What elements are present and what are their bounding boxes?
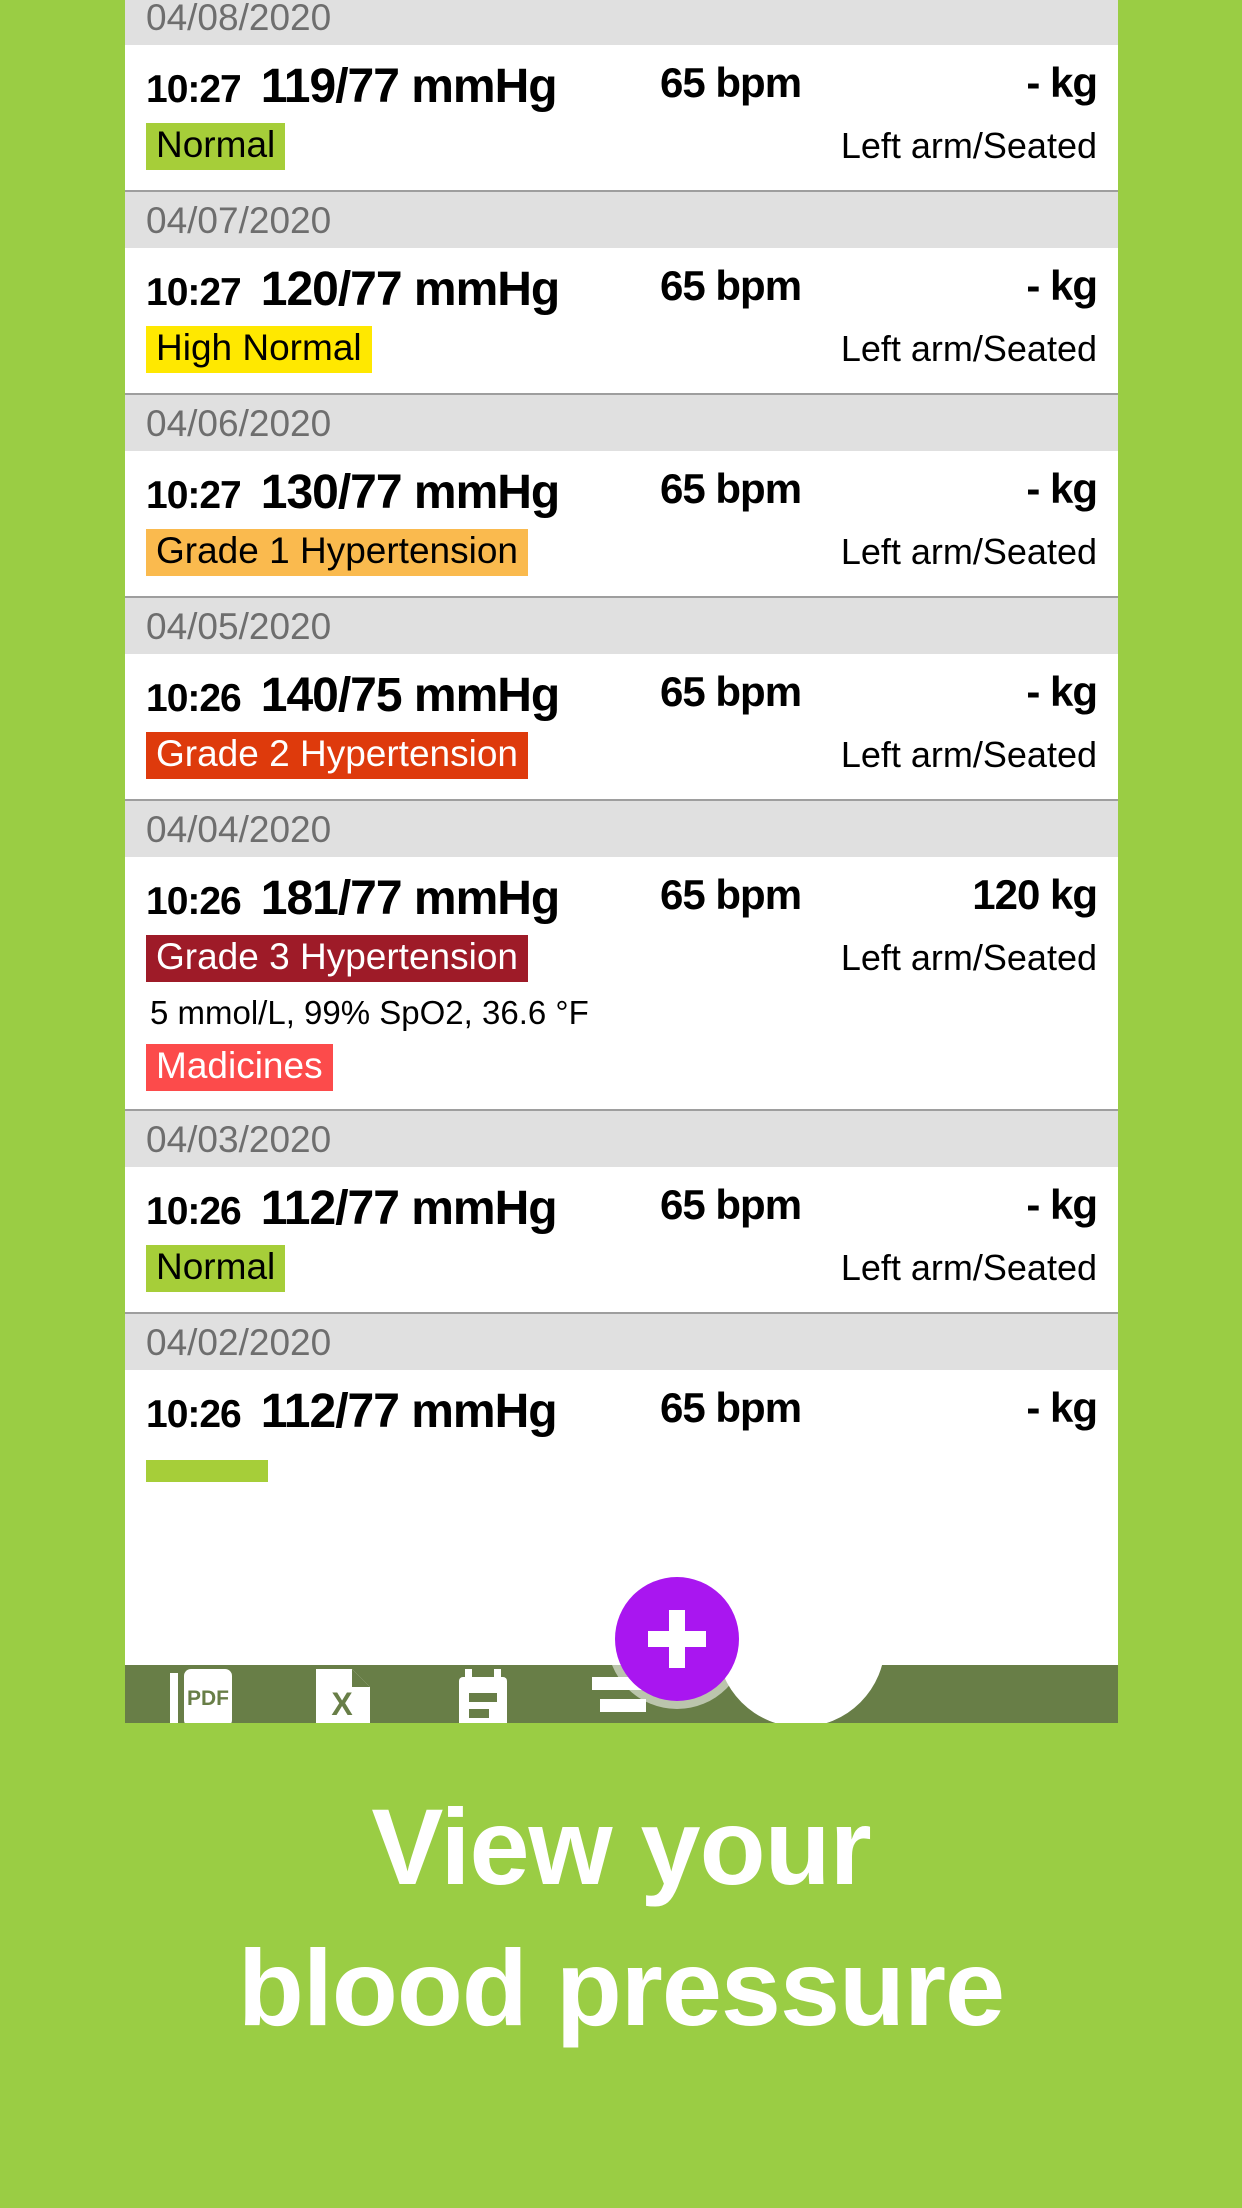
reading-time: 10:26 <box>146 880 242 923</box>
reading-time: 10:26 <box>146 1393 242 1436</box>
date-header: 04/06/2020 <box>125 393 1118 451</box>
reading-values: 10:27 119/77 mmHg <box>146 59 1097 114</box>
reading-values: 10:27 130/77 mmHg <box>146 465 1097 520</box>
date-label: 04/07/2020 <box>146 199 332 241</box>
reading-posture: Left arm/Seated <box>840 125 1097 166</box>
status-badge: High Normal <box>146 325 372 373</box>
date-label: 04/05/2020 <box>146 605 332 647</box>
medicines-badge[interactable]: Madicines <box>146 1044 333 1091</box>
reading-pulse: 65 bpm <box>660 668 802 715</box>
date-label: 04/06/2020 <box>146 402 332 444</box>
excel-export-icon: X <box>312 1669 374 1723</box>
status-badge: Grade 3 Hypertension <box>146 934 528 982</box>
date-header: 04/04/2020 <box>125 799 1118 857</box>
reading-bp: 140/75 mmHg <box>260 669 560 722</box>
reading-meta: Grade 2 Hypertension Left arm/Seated <box>146 729 1097 781</box>
toolbar-buttons: PDF X <box>125 1665 693 1723</box>
reading-posture: Left arm/Seated <box>840 734 1097 775</box>
svg-text:X: X <box>331 1686 353 1722</box>
table-row[interactable]: 10:27 120/77 mmHg 65 bpm - kg High Normal Lef… <box>125 248 1118 393</box>
reading-weight: - kg <box>1026 465 1098 512</box>
svg-text:PDF: PDF <box>187 1687 229 1710</box>
reading-posture: Left arm/Seated <box>840 328 1097 369</box>
reading-values: 10:26 181/77 mmHg <box>146 871 1097 926</box>
reading-pulse: 65 bpm <box>660 1384 802 1431</box>
reading-values: 10:26 140/75 mmHg <box>146 668 1097 723</box>
reading-extra-metrics: 5 mmol/L, 99% SpO2, 36.6 °F <box>150 994 589 1031</box>
reading-bp: 119/77 mmHg <box>260 60 558 113</box>
reading-pulse: 65 bpm <box>660 1181 802 1228</box>
date-header: 04/05/2020 <box>125 596 1118 654</box>
reading-weight: - kg <box>1026 1181 1098 1228</box>
reading-bp: 120/77 mmHg <box>260 263 560 316</box>
note-icon <box>453 1669 513 1723</box>
status-badge: Grade 2 Hypertension <box>146 731 528 779</box>
plus-icon <box>648 1610 706 1668</box>
app-screen: 04/08/2020 10:27 119/77 mmHg 65 bpm - kg Norm… <box>0 0 1242 2208</box>
date-header: 04/03/2020 <box>125 1109 1118 1167</box>
medicines-row: Madicines <box>146 1044 1097 1091</box>
reading-values: 10:26 112/77 mmHg <box>146 1181 1097 1236</box>
date-label: 04/08/2020 <box>146 0 332 38</box>
reading-posture: Left arm/Seated <box>840 531 1097 572</box>
reading-meta: Normal Left arm/Seated <box>146 120 1097 172</box>
reading-bp: 112/77 mmHg <box>260 1385 558 1438</box>
reading-weight: 120 kg <box>972 871 1098 918</box>
reading-weight: - kg <box>1026 1384 1098 1431</box>
toolbar-fab-notch <box>717 1665 885 1723</box>
promo-caption: View your blood pressure <box>0 1790 1242 2045</box>
reading-weight: - kg <box>1026 668 1098 715</box>
reading-time: 10:26 <box>146 1190 242 1233</box>
reading-meta: Grade 3 Hypertension Left arm/Seated <box>146 932 1097 984</box>
reading-time: 10:26 <box>146 677 242 720</box>
status-badge: Normal <box>146 1244 286 1292</box>
status-badge: Grade 1 Hypertension <box>146 528 528 576</box>
date-header: 04/07/2020 <box>125 190 1118 248</box>
bottom-toolbar: PDF X <box>125 1665 1118 1723</box>
reading-meta: Normal Left arm/Seated <box>146 1242 1097 1294</box>
status-badge: Normal <box>146 122 286 170</box>
caption-line-1: View your <box>371 1786 871 1907</box>
caption-line-2: blood pressure <box>237 1927 1005 2049</box>
reading-meta: Grade 1 Hypertension Left arm/Seated <box>146 526 1097 578</box>
reading-pulse: 65 bpm <box>660 59 802 106</box>
reading-posture: Left arm/Seated <box>840 1247 1097 1288</box>
date-header: 04/08/2020 <box>125 0 1118 45</box>
status-badge <box>146 1460 268 1482</box>
reading-posture: Left arm/Seated <box>840 937 1097 978</box>
excel-export-button[interactable]: X <box>273 1665 413 1723</box>
add-reading-button[interactable] <box>615 1577 739 1701</box>
reading-values: 10:27 120/77 mmHg <box>146 262 1097 317</box>
note-button[interactable] <box>413 1665 553 1723</box>
reading-meta: High Normal Left arm/Seated <box>146 323 1097 375</box>
reading-values: 10:26 112/77 mmHg <box>146 1384 1097 1439</box>
reading-weight: - kg <box>1026 59 1098 106</box>
reading-time: 10:27 <box>146 271 242 314</box>
date-label: 04/03/2020 <box>146 1118 332 1160</box>
readings-list[interactable]: 04/08/2020 10:27 119/77 mmHg 65 bpm - kg Norm… <box>125 0 1118 1722</box>
table-row[interactable]: 10:26 181/77 mmHg 65 bpm 120 kg Grade 3 Hype… <box>125 857 1118 1109</box>
reading-bp: 130/77 mmHg <box>260 466 560 519</box>
pdf-export-button[interactable]: PDF <box>133 1665 273 1723</box>
reading-bp: 181/77 mmHg <box>260 872 560 925</box>
date-label: 04/04/2020 <box>146 808 332 850</box>
reading-bp: 112/77 mmHg <box>260 1182 558 1235</box>
reading-pulse: 65 bpm <box>660 262 802 309</box>
reading-pulse: 65 bpm <box>660 871 802 918</box>
reading-meta <box>146 1445 1097 1497</box>
date-label: 04/02/2020 <box>146 1321 332 1363</box>
table-row[interactable]: 10:26 140/75 mmHg 65 bpm - kg Grade 2 Hypert… <box>125 654 1118 799</box>
date-header: 04/02/2020 <box>125 1312 1118 1370</box>
table-row[interactable]: 10:27 119/77 mmHg 65 bpm - kg Normal Left arm… <box>125 45 1118 190</box>
reading-pulse: 65 bpm <box>660 465 802 512</box>
reading-time: 10:27 <box>146 474 242 517</box>
table-row[interactable]: 10:27 130/77 mmHg 65 bpm - kg Grade 1 Hypert… <box>125 451 1118 596</box>
reading-weight: - kg <box>1026 262 1098 309</box>
table-row[interactable]: 10:26 112/77 mmHg 65 bpm - kg <box>125 1370 1118 1515</box>
readings-card: 04/08/2020 10:27 119/77 mmHg 65 bpm - kg Norm… <box>125 0 1118 1722</box>
pdf-export-icon: PDF <box>168 1669 238 1723</box>
table-row[interactable]: 10:26 112/77 mmHg 65 bpm - kg Normal Left arm… <box>125 1167 1118 1312</box>
reading-time: 10:27 <box>146 68 242 111</box>
